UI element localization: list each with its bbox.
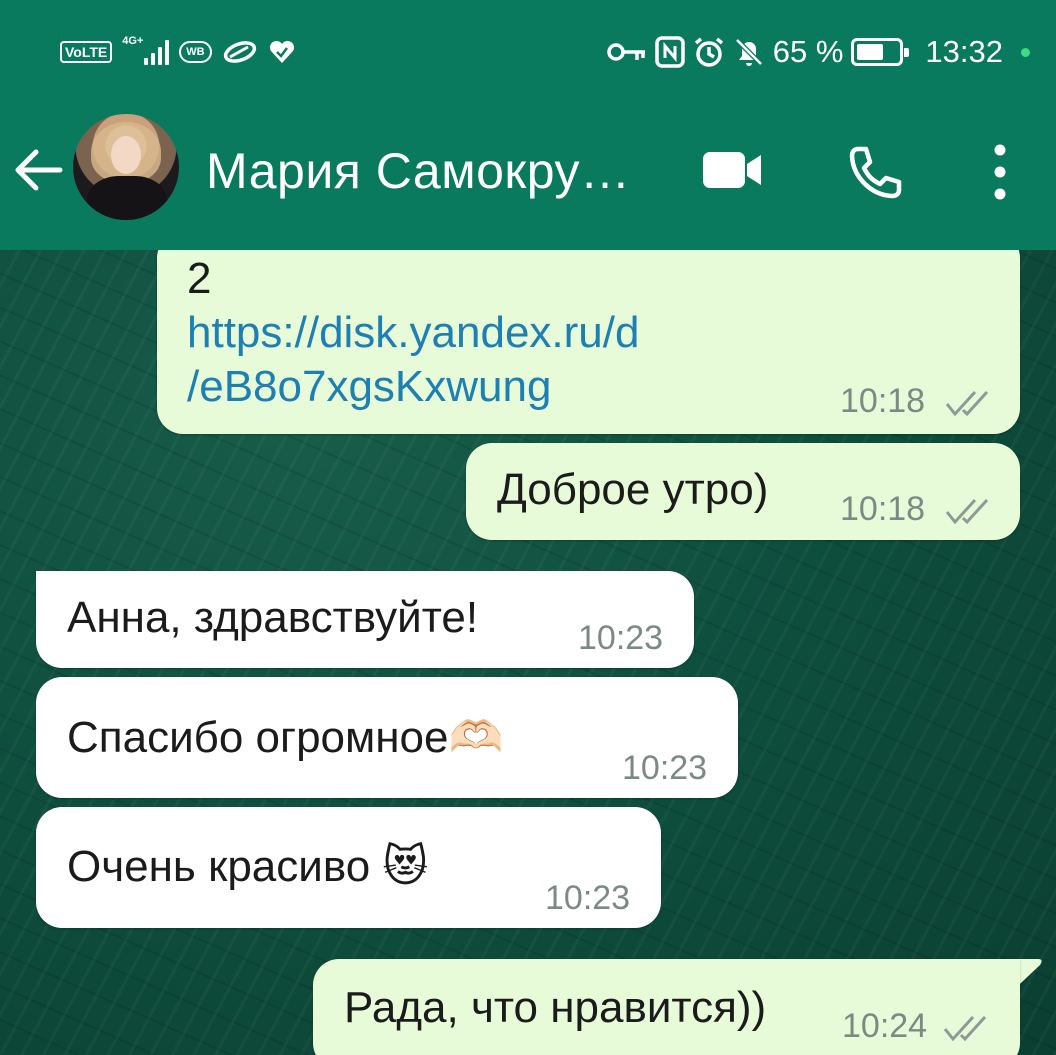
status-bar-left: VoLTE 4G+ WB [60,32,296,72]
message-text: 2 [187,254,212,303]
bell-off-icon [734,38,763,66]
signal-strength-icon: 4G+ [122,35,170,65]
read-receipt-icon [945,390,989,417]
clock: 13:32 [925,34,1003,69]
contact-avatar[interactable] [73,114,179,220]
read-receipt-icon [945,498,989,525]
link-app-icon [223,41,256,63]
message-time: 10:24 [842,1007,928,1045]
message-text: Рада, что нравится)) [344,983,767,1032]
alarm-icon [694,37,723,67]
message-text: Спасибо огромное🫶🏻 [67,713,504,762]
status-bar: VoLTE 4G+ WB 65 % 13:32 [0,0,1056,104]
arrow-left-icon[interactable] [10,142,66,198]
app-bar: Мария Самокру… [0,104,1056,250]
privacy-indicator-dot [1021,47,1030,57]
battery-percent: 65 % [772,34,844,69]
message-text: Анна, здравствуйте! [67,593,479,642]
message-bubble-outgoing[interactable]: 2 https://disk.yandex.ru/d /eB8o7xgsKxwu… [157,232,1020,434]
wb-app-icon: WB [179,41,212,63]
heart-check-icon [269,40,294,63]
message-bubble-incoming[interactable]: Спасибо огромное🫶🏻 10:23 [36,677,738,798]
video-camera-icon[interactable] [701,150,765,190]
nfc-icon [655,36,685,68]
message-bubble-incoming[interactable]: Очень красиво 😻 10:23 [36,807,661,928]
status-bar-right: 65 % 13:32 [607,28,1030,76]
message-time: 10:23 [578,619,664,657]
message-time: 10:23 [622,749,708,787]
more-vertical-icon[interactable] [988,142,1012,202]
volte-badge: VoLTE [60,41,113,63]
message-text: Доброе утро) [497,465,769,514]
phone-icon[interactable] [848,144,904,200]
battery-fill [857,44,884,60]
message-link-continued[interactable]: /eB8o7xgsKxwung [187,362,551,412]
message-text: Очень красиво 😻 [67,842,429,891]
message-bubble-outgoing[interactable]: Рада, что нравится)) 10:24 [313,959,1020,1055]
network-type: 4G+ [122,35,144,47]
message-bubble-outgoing[interactable]: Доброе утро) 10:18 [466,443,1020,540]
read-receipt-icon [943,1015,987,1042]
key-icon [607,43,645,61]
message-link[interactable]: https://disk.yandex.ru/d [187,308,639,358]
message-time: 10:18 [840,382,926,420]
contact-name[interactable]: Мария Самокру… [206,142,631,200]
message-bubble-incoming[interactable]: Анна, здравствуйте! 10:23 [36,571,694,668]
message-time: 10:18 [840,490,926,528]
battery-icon [851,38,910,66]
chat-header: VoLTE 4G+ WB 65 % 13:32 Мария Самокру… [0,0,1056,250]
message-time: 10:23 [545,879,631,917]
